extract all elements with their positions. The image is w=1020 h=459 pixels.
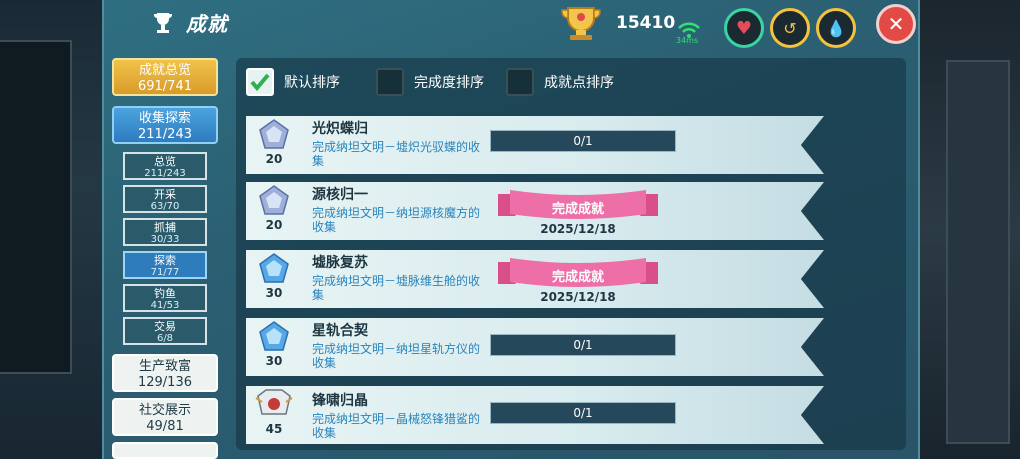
nav-social[interactable]: 社交展示 49/81 xyxy=(112,398,218,436)
badge-points: 30 xyxy=(266,354,283,368)
nav-sub-label: 抓捕 xyxy=(154,221,176,234)
check-icon xyxy=(250,73,270,92)
nav-explore-label: 收集探索 xyxy=(138,111,191,126)
nav-sub-count: 30/33 xyxy=(150,234,180,245)
background-frame xyxy=(0,40,72,374)
nav-sub-label: 总览 xyxy=(154,155,176,168)
page-title: 成就 xyxy=(186,12,228,36)
nav-overview[interactable]: 成就总览 691/741 xyxy=(112,58,218,96)
nav-production-count: 129/136 xyxy=(137,375,192,390)
points-value: 15410 xyxy=(616,13,676,33)
nav-explore[interactable]: 收集探索 211/243 xyxy=(112,106,218,144)
achievement-desc: 完成纳坦文明－墟脉维生舱的收集 xyxy=(312,274,481,302)
nav-sub-count: 63/70 xyxy=(150,201,180,212)
achievement-desc: 完成纳坦文明－纳坦源核魔方的收集 xyxy=(312,206,481,234)
nav-sub-label: 交易 xyxy=(154,320,176,333)
badge-points: 45 xyxy=(266,422,283,436)
achievement-desc: 完成纳坦文明－纳坦星轨方仪的收集 xyxy=(312,342,481,370)
title-row: 成就 xyxy=(150,8,228,37)
sort-points[interactable]: 成就点排序 xyxy=(506,68,614,96)
sort-default[interactable]: 默认排序 xyxy=(246,68,340,96)
silver-badge-icon: 20 xyxy=(259,185,289,232)
nav-production-label: 生产致富 xyxy=(138,359,191,374)
nav-production[interactable]: 生产致富 129/136 xyxy=(112,354,218,392)
sort-completion-label: 完成度排序 xyxy=(414,75,484,91)
mech-badge-icon: 45 xyxy=(255,389,293,436)
completed-status: 完成成就 xyxy=(551,202,604,217)
nav-sub-fishing[interactable]: 钓鱼 41/53 xyxy=(123,284,207,312)
achievement-title: 墟脉复苏 xyxy=(312,255,368,271)
nav-sub-explore[interactable]: 探索 71/77 xyxy=(123,251,207,279)
nav-social-label: 社交展示 xyxy=(138,403,191,418)
silver-badge-icon: 20 xyxy=(259,119,289,166)
sort-points-checkbox[interactable] xyxy=(506,68,534,96)
nav-sub-label: 开采 xyxy=(154,188,176,201)
nav-overview-count: 691/741 xyxy=(137,79,192,94)
sort-completion-checkbox[interactable] xyxy=(376,68,404,96)
achievement-title: 光炽蝶归 xyxy=(312,121,368,137)
background-left xyxy=(0,0,104,459)
hunger-icon: ↺ xyxy=(783,18,797,38)
trophy-icon xyxy=(154,12,172,33)
nav-explore-count: 211/243 xyxy=(137,127,192,142)
hunger-stat[interactable]: ↺ xyxy=(770,8,810,48)
badge-points: 30 xyxy=(266,286,283,300)
nav-social-count: 49/81 xyxy=(146,419,184,434)
sort-points-label: 成就点排序 xyxy=(544,75,614,91)
achievement-title: 锋啸归晶 xyxy=(312,393,368,409)
background-pane xyxy=(946,60,1010,444)
progress-bar: 0/1 xyxy=(490,130,676,152)
nav-overview-label: 成就总览 xyxy=(138,63,191,78)
progress-bar: 0/1 xyxy=(490,334,676,356)
nav-sub-trade[interactable]: 交易 6/8 xyxy=(123,317,207,345)
nav-sub-count: 41/53 xyxy=(150,300,180,311)
nav-more[interactable] xyxy=(112,442,218,459)
nav-sub-count: 211/243 xyxy=(144,168,186,179)
sort-default-label: 默认排序 xyxy=(284,75,340,91)
close-icon: ✕ xyxy=(887,12,905,36)
sort-default-checkbox[interactable] xyxy=(246,68,274,96)
nav-sub-mining[interactable]: 开采 63/70 xyxy=(123,185,207,213)
achievement-desc: 完成纳坦文明－墟炽光驭蝶的收集 xyxy=(312,140,481,168)
blue-badge-icon: 30 xyxy=(259,321,289,368)
sort-completion[interactable]: 完成度排序 xyxy=(376,68,484,96)
achievement-points: 15410 xyxy=(560,4,675,42)
background-right xyxy=(920,0,1020,459)
progress-bar: 0/1 xyxy=(490,402,676,424)
completed-status: 完成成就 xyxy=(551,270,604,285)
gold-cup-icon xyxy=(561,7,601,40)
water-stat[interactable]: 💧 xyxy=(816,8,856,48)
nav-sub-overview[interactable]: 总览 211/243 xyxy=(123,152,207,180)
health-stat[interactable]: ♥ xyxy=(724,8,764,48)
badge-points: 20 xyxy=(266,218,283,232)
completed-date: 2025/12/18 xyxy=(540,222,616,236)
achievement-title: 星轨合契 xyxy=(312,323,368,339)
ping-text: 34ms xyxy=(676,36,699,45)
nav-sub-count: 6/8 xyxy=(156,333,174,344)
nav-sub-label: 探索 xyxy=(154,254,176,267)
heart-icon: ♥ xyxy=(735,17,753,39)
close-button[interactable]: ✕ xyxy=(876,4,916,44)
completed-date: 2025/12/18 xyxy=(540,290,616,304)
badge-points: 20 xyxy=(266,152,283,166)
achievement-title: 源核归一 xyxy=(312,187,368,203)
water-drop-icon: 💧 xyxy=(826,18,846,38)
blue-badge-icon: 30 xyxy=(259,253,289,300)
nav-sub-count: 71/77 xyxy=(150,267,180,278)
achievement-desc: 完成纳坦文明－晶械怒锋猎鲨的收集 xyxy=(312,412,481,440)
nav-sub-label: 钓鱼 xyxy=(154,287,176,300)
nav-sub-capture[interactable]: 抓捕 30/33 xyxy=(123,218,207,246)
